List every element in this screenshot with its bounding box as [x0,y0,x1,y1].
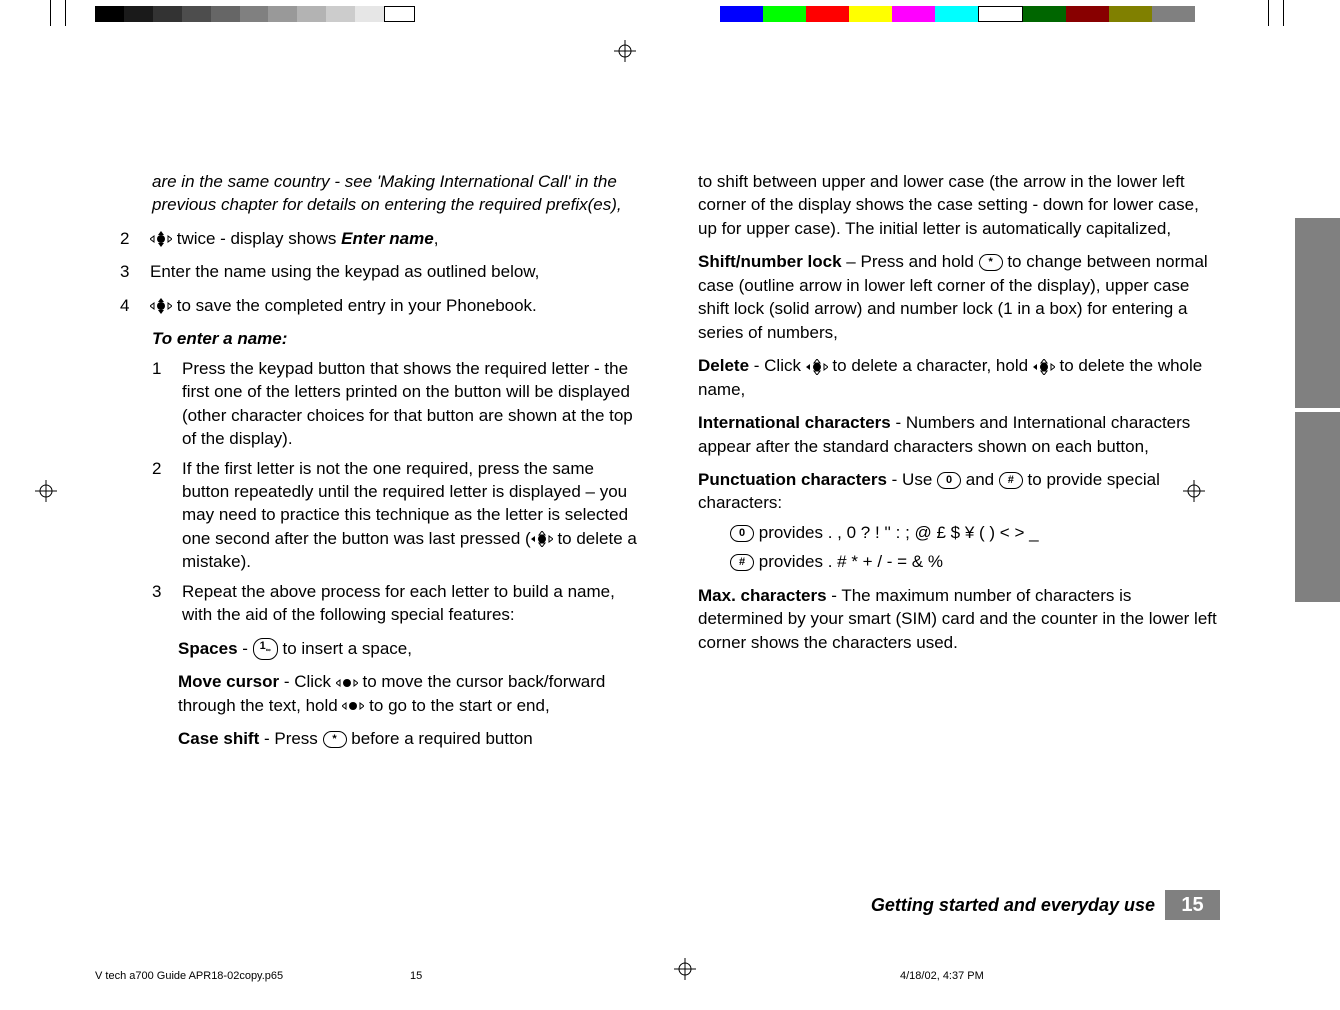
crop-tick [50,0,51,26]
page-content: are in the same country - see 'Making In… [120,170,1220,751]
enter-name-label: Enter name [341,229,434,248]
joystick-left-icon [531,531,553,547]
step-text: Press the keypad button that shows the r… [182,357,642,451]
key-hash-icon: # [730,554,754,571]
feature-label: International characters [698,413,891,432]
enter-step-2: 2 If the first letter is not the one req… [152,457,642,574]
enter-step-1: 1 Press the keypad button that shows the… [152,357,642,451]
punct-row-0: 0 provides . , 0 ? ! '' : ; @ £ $ ¥ ( ) … [730,521,1220,544]
char-list: provides . # * + / - = & % [759,552,943,571]
feature-label: Delete [698,356,749,375]
joystick-icon [150,298,172,314]
column-right: to shift between upper and lower case (t… [698,170,1220,751]
prepress-page: 15 [410,970,422,982]
feature-shift-lock: Shift/number lock – Press and hold * to … [698,250,1220,344]
registration-color [720,6,1195,22]
step-text: twice - display shows [172,229,341,248]
thumb-tab [1295,218,1340,408]
step-number: 2 [152,457,168,574]
registration-grayscale [95,6,415,22]
step-3: 3 Enter the name using the keypad as out… [120,260,642,283]
feature-case-shift: Case shift - Press * before a required b… [178,727,642,750]
feature-text: to insert a space, [278,639,412,658]
key-star-icon: * [979,254,1003,271]
feature-label: Spaces [178,639,238,658]
running-footer: Getting started and everyday use 15 [871,890,1220,920]
key-0-icon: 0 [730,525,754,542]
step-text: Repeat the above process for each letter… [182,580,642,627]
crop-tick [1283,0,1284,26]
enter-name-heading: To enter a name: [152,327,642,350]
step-4: 4 to save the completed entry in your Ph… [120,294,642,317]
joystick-horizontal-icon [342,698,364,714]
crop-tick [1268,0,1269,26]
thumb-tab [1295,412,1340,602]
prepress-file: V tech a700 Guide APR18-02copy.p65 [95,970,283,982]
step-number: 1 [152,357,168,451]
feature-delete: Delete - Click to delete a character, ho… [698,354,1220,401]
feature-case-shift-cont: to shift between upper and lower case (t… [698,170,1220,240]
key-star-icon: * [323,731,347,748]
feature-label: Shift/number lock [698,252,842,271]
step-text: Enter the name using the keypad as outli… [150,260,642,283]
column-left: are in the same country - see 'Making In… [120,170,642,751]
joystick-left-icon [1033,359,1055,375]
crop-tick [65,0,66,26]
feature-spaces: Spaces - 1∞ to insert a space, [178,637,642,661]
step-number: 3 [152,580,168,627]
registration-target-icon [674,958,696,980]
feature-label: Move cursor [178,672,279,691]
punct-row-hash: # provides . # * + / - = & % [730,550,1220,573]
char-list: provides . , 0 ? ! '' : ; @ £ $ ¥ ( ) < … [759,523,1039,542]
step-2: 2 twice - display shows Enter name, [120,227,642,250]
step-number: 3 [120,260,136,283]
prepress-date: 4/18/02, 4:37 PM [900,970,984,982]
key-hash-icon: # [999,472,1023,489]
feature-move-cursor: Move cursor - Click to move the cursor b… [178,670,642,717]
section-title: Getting started and everyday use [871,895,1155,916]
feature-label: Punctuation characters [698,470,887,489]
feature-label: Max. characters [698,586,827,605]
joystick-horizontal-icon [336,675,358,691]
feature-label: Case shift [178,729,259,748]
feature-max-chars: Max. characters - The maximum number of … [698,584,1220,654]
key-0-icon: 0 [937,472,961,489]
step-number: 4 [120,294,136,317]
key-1-icon: 1∞ [253,638,278,660]
feature-international: International characters - Numbers and I… [698,411,1220,458]
feature-punctuation: Punctuation characters - Use 0 and # to … [698,468,1220,515]
step-text: to save the completed entry in your Phon… [172,296,537,315]
step-number: 2 [120,227,136,250]
joystick-left-icon [806,359,828,375]
registration-target-icon [614,40,636,62]
intro-note: are in the same country - see 'Making In… [152,170,642,217]
page-number: 15 [1165,890,1220,920]
enter-step-3: 3 Repeat the above process for each lett… [152,580,642,627]
registration-target-icon [35,480,57,502]
joystick-icon [150,231,172,247]
